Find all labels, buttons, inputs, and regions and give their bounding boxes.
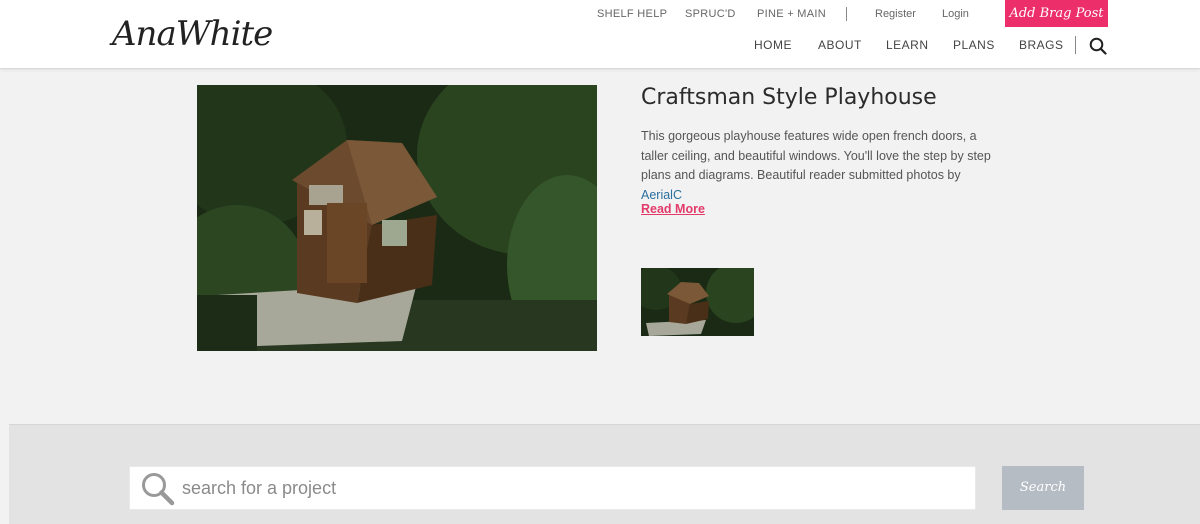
nav-learn[interactable]: LEARN xyxy=(886,38,929,52)
feature-description-text: This gorgeous playhouse features wide op… xyxy=(641,129,991,182)
nav-about[interactable]: ABOUT xyxy=(818,38,862,52)
magnifier-icon xyxy=(140,471,176,507)
logo-text: AnaWhite xyxy=(112,14,273,54)
nav-divider xyxy=(1075,36,1076,54)
register-link[interactable]: Register xyxy=(875,8,916,20)
project-search xyxy=(129,466,976,510)
search-icon[interactable] xyxy=(1089,37,1107,55)
feature-description: This gorgeous playhouse features wide op… xyxy=(641,127,1001,205)
site-header: AnaWhite SHELF HELP SPRUC'D PINE + MAIN … xyxy=(0,0,1200,69)
util-link-sprucd[interactable]: SPRUC'D xyxy=(685,8,736,20)
add-brag-post-button[interactable]: Add Brag Post xyxy=(1005,0,1108,27)
feature-title[interactable]: Craftsman Style Playhouse xyxy=(641,85,937,110)
util-divider xyxy=(846,7,847,21)
playhouse-thumbnail[interactable] xyxy=(641,268,754,336)
nav-home[interactable]: HOME xyxy=(754,38,792,52)
site-logo[interactable]: AnaWhite xyxy=(112,10,273,54)
playhouse-photo[interactable] xyxy=(197,85,597,351)
nav-brags[interactable]: BRAGS xyxy=(1019,38,1064,52)
nav-plans[interactable]: PLANS xyxy=(953,38,995,52)
login-link[interactable]: Login xyxy=(942,8,969,20)
read-more-link[interactable]: Read More xyxy=(641,202,705,216)
util-link-shelf-help[interactable]: SHELF HELP xyxy=(597,8,667,20)
util-link-pine-main[interactable]: PINE + MAIN xyxy=(757,8,826,20)
photo-credit-link[interactable]: AerialC xyxy=(641,188,682,202)
search-input[interactable] xyxy=(182,467,962,509)
search-button[interactable]: Search xyxy=(1002,466,1084,510)
